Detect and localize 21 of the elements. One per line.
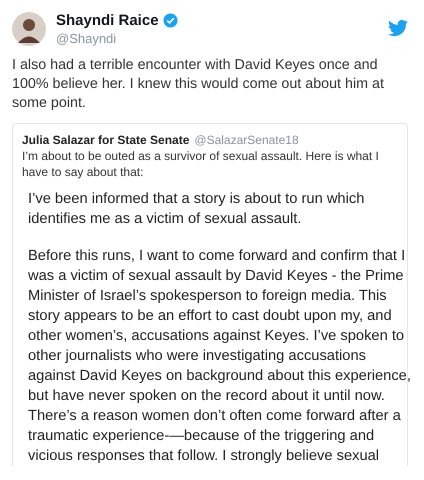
author-name[interactable]: Shayndi Raice bbox=[56, 12, 159, 29]
quoted-author-name: Julia Salazar for State Senate bbox=[22, 133, 190, 147]
quoted-tweet-text: I’m about to be outed as a survivor of sexual assault. Here is what I have to say about that: bbox=[22, 148, 380, 180]
statement-line: There’s a reason women don’t often come forward after a bbox=[28, 407, 401, 426]
statement-line: I’ve been informed that a story is about to run which bbox=[28, 190, 364, 209]
statement-line: Minister of Israel’s spokesperson to foreign media. This bbox=[28, 287, 387, 306]
statement-line: traumatic experience-—because of the triggering and bbox=[28, 427, 374, 446]
bird-icon[interactable] bbox=[388, 18, 408, 38]
tweet-text: I also had a terrible encounter with David Keyes once and 100% believe her. I knew this would come out about him at some point. bbox=[12, 56, 385, 113]
statement-line: was a victim of sexual assault by David Keyes - the Prime bbox=[28, 267, 404, 286]
statement-line: vicious responses that follow. I strongly believe sexual bbox=[28, 447, 380, 466]
statement-line: Before this runs, I want to come forward and confirm that I bbox=[28, 247, 406, 266]
statement-line: but have never spoken on the record about it until now. bbox=[28, 387, 385, 406]
statement-line: other women’s, accusations against Keyes. I’ve spoken to bbox=[28, 327, 404, 346]
statement-line: story appears to be an effort to cast doubt upon my, and bbox=[28, 307, 392, 326]
statement-line: identifies me as a victim of sexual assault. bbox=[28, 210, 302, 229]
quoted-tweet-card[interactable] bbox=[12, 123, 408, 466]
avatar[interactable] bbox=[12, 12, 46, 46]
statement-line: other journalists who were investigating accusations bbox=[28, 347, 366, 366]
quoted-author-handle: @SalazarSenate18 bbox=[194, 133, 299, 147]
statement-line: against David Keyes on background about this experience, bbox=[28, 367, 411, 386]
